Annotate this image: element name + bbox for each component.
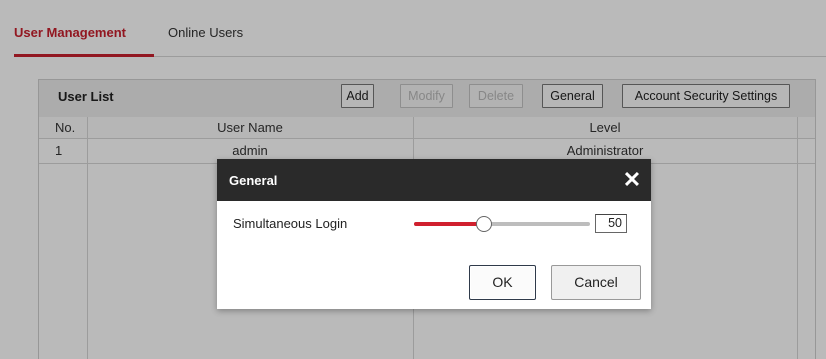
close-icon[interactable]: ✕ bbox=[619, 167, 645, 193]
simultaneous-login-value[interactable]: 50 bbox=[595, 214, 627, 233]
simultaneous-login-label: Simultaneous Login bbox=[233, 216, 348, 231]
ok-button[interactable]: OK bbox=[469, 265, 536, 300]
slider-thumb[interactable] bbox=[476, 216, 492, 232]
slider-fill bbox=[414, 222, 484, 226]
general-dialog: General ✕ Simultaneous Login 50 OK Cance… bbox=[217, 159, 651, 309]
simultaneous-login-slider[interactable] bbox=[414, 216, 590, 232]
cancel-button[interactable]: Cancel bbox=[551, 265, 641, 300]
dialog-header: General ✕ bbox=[217, 159, 651, 201]
dialog-title: General bbox=[229, 173, 278, 188]
page: User Management Online Users User List A… bbox=[0, 0, 826, 359]
